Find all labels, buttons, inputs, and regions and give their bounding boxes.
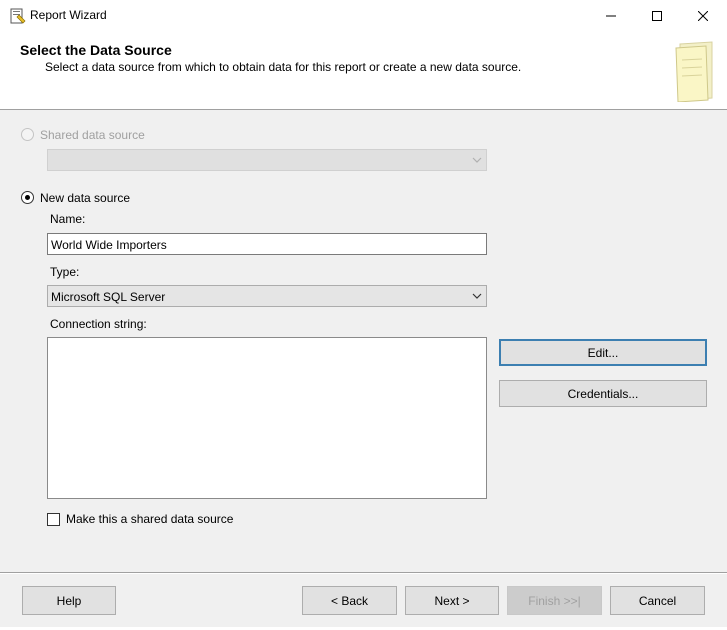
credentials-button-label: Credentials...: [567, 386, 639, 401]
chevron-down-icon: [472, 293, 482, 299]
edit-button-label: Edit...: [587, 345, 619, 360]
next-button[interactable]: Next >: [405, 586, 499, 615]
finish-button[interactable]: Finish >>|: [507, 586, 602, 615]
help-button-label: Help: [56, 593, 82, 608]
make-shared-checkbox[interactable]: [47, 513, 60, 526]
page-title: Select the Data Source: [20, 42, 172, 58]
new-data-source-label: New data source: [40, 191, 131, 205]
window-title: Report Wizard: [30, 8, 107, 22]
minimize-button[interactable]: [588, 0, 634, 31]
minimize-icon: [606, 15, 616, 16]
maximize-icon: [652, 10, 662, 21]
shared-data-source-radio[interactable]: [21, 128, 34, 141]
maximize-button[interactable]: [634, 0, 680, 31]
shared-data-source-select[interactable]: [47, 149, 487, 171]
make-shared-label: Make this a shared data source: [66, 512, 234, 526]
new-data-source-radio[interactable]: [21, 191, 34, 204]
connection-string-label: Connection string:: [50, 317, 147, 331]
chevron-down-icon: [472, 157, 482, 163]
cancel-button[interactable]: Cancel: [610, 586, 705, 615]
close-button[interactable]: [680, 0, 726, 31]
footer-divider-highlight: [0, 573, 727, 574]
cancel-button-label: Cancel: [638, 593, 677, 608]
name-field[interactable]: World Wide Importers: [47, 233, 487, 255]
close-icon: [698, 10, 708, 21]
back-button[interactable]: < Back: [302, 586, 397, 615]
back-button-label: < Back: [330, 593, 369, 608]
wizard-notepad-icon: [672, 40, 714, 103]
name-label: Name:: [50, 212, 86, 226]
finish-button-label: Finish >>|: [528, 593, 581, 608]
type-select[interactable]: Microsoft SQL Server: [47, 285, 487, 307]
report-wizard-icon: [10, 8, 26, 24]
next-button-label: Next >: [434, 593, 470, 608]
credentials-button[interactable]: Credentials...: [499, 380, 707, 407]
help-button[interactable]: Help: [22, 586, 116, 615]
type-label: Type:: [50, 265, 80, 279]
type-select-value: Microsoft SQL Server: [51, 290, 166, 304]
connection-string-textarea[interactable]: [47, 337, 487, 499]
page-subtitle: Select a data source from which to obtai…: [45, 60, 522, 74]
edit-button[interactable]: Edit...: [499, 339, 707, 366]
shared-data-source-label: Shared data source: [40, 128, 145, 142]
name-field-value: World Wide Importers: [51, 238, 167, 252]
